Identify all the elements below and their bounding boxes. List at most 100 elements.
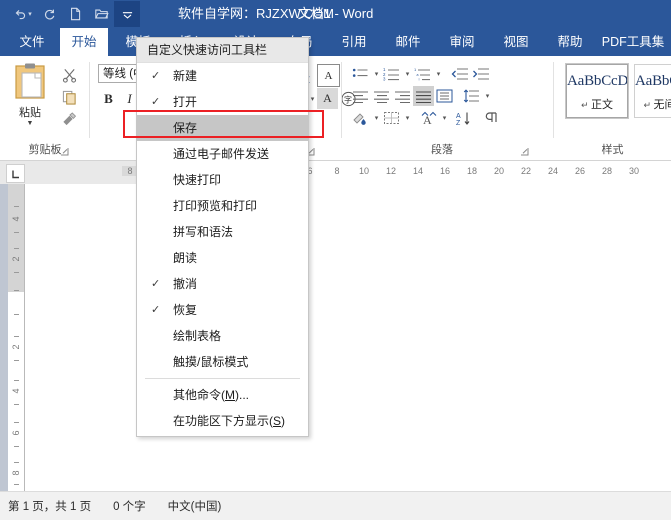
style-card-no-spacing[interactable]: AaBbCcDd ↵ 无间隔	[634, 64, 671, 118]
menu-item-more-commands[interactable]: 其他命令(M)...	[137, 382, 308, 408]
menu-item-read-aloud[interactable]: 朗读	[137, 245, 308, 271]
word-window: 文档1 - Word ▾ 软件自学网：RJZXW.COM 文件 开始 模板	[0, 0, 671, 520]
menu-item-print-preview[interactable]: 打印预览和打印	[137, 193, 308, 219]
redo-button[interactable]	[36, 1, 62, 27]
ruler-tick-14: 14	[412, 166, 423, 176]
paste-dropdown-caret-icon[interactable]: ▼	[8, 120, 52, 127]
numbering-button[interactable]: 123	[381, 64, 402, 84]
menu-item-touch-mouse-mode[interactable]: 触摸/鼠标模式	[137, 349, 308, 375]
menu-item-quick-print[interactable]: 快速打印	[137, 167, 308, 193]
decrease-indent-button[interactable]	[449, 64, 470, 84]
document-page[interactable]	[24, 184, 671, 491]
bullets-caret-icon[interactable]: ▾	[371, 64, 381, 84]
align-center-button[interactable]	[371, 86, 392, 106]
copy-button[interactable]	[56, 86, 82, 108]
shading-button[interactable]	[350, 108, 371, 128]
paragraph-dialog-launcher[interactable]	[520, 147, 529, 156]
checkmark-icon: ✓	[151, 304, 161, 316]
horizontal-ruler[interactable]: 8 6 8 10 12 14 16 18 20 22 24 26 28 30	[0, 161, 671, 185]
style-name: ↵ 正文	[580, 99, 614, 111]
ribbon-group-label-styles: 样式	[601, 144, 624, 156]
quick-access-toolbar: ▾	[0, 0, 140, 28]
justify-button[interactable]	[413, 86, 434, 106]
vertical-ruler[interactable]: 4 2 2 4 6 8	[8, 184, 24, 491]
tab-pdf-tools[interactable]: PDF工具集	[598, 28, 668, 56]
tab-file[interactable]: 文件	[10, 28, 54, 56]
character-shading-button[interactable]: A	[317, 88, 338, 109]
undo-caret-icon[interactable]: ▾	[28, 10, 32, 18]
menu-item-draw-table[interactable]: 绘制表格	[137, 323, 308, 349]
bold-button[interactable]: B	[98, 88, 119, 109]
numbering-caret-icon[interactable]: ▾	[402, 64, 412, 84]
ruler-tick-10: 10	[358, 166, 369, 176]
borders-button[interactable]	[381, 108, 402, 128]
tab-help[interactable]: 帮助	[546, 28, 594, 56]
increase-indent-button[interactable]	[470, 64, 491, 84]
bullets-button[interactable]	[350, 64, 371, 84]
ribbon-group-clipboard: 粘贴 ▼ 剪贴板	[0, 56, 90, 160]
shading-caret-icon[interactable]: ▾	[371, 108, 381, 128]
ruler-tick-26: 26	[574, 166, 585, 176]
status-word-count[interactable]: 0 个字	[113, 498, 146, 514]
style-card-normal[interactable]: AaBbCcDd ↵ 正文	[565, 63, 629, 119]
paragraph-row-1: ▾ 123 ▾ 1ai ▾	[350, 64, 491, 84]
document-canvas[interactable]	[0, 184, 671, 491]
vruler-num-4: 4	[11, 388, 21, 394]
line-spacing-caret-icon[interactable]: ▾	[482, 86, 492, 106]
paintbrush-icon	[63, 111, 77, 125]
paste-button[interactable]: 粘贴 ▼	[8, 62, 52, 127]
left-tab-stop-icon[interactable]	[6, 164, 25, 183]
sort-button[interactable]: AZ	[453, 108, 474, 128]
show-formatting-marks-button[interactable]	[480, 108, 501, 128]
tab-review[interactable]: 审阅	[438, 28, 486, 56]
cut-button[interactable]	[56, 64, 82, 86]
menu-item-email[interactable]: 通过电子邮件发送	[137, 141, 308, 167]
multilevel-list-button[interactable]: 1ai	[412, 64, 433, 84]
clipboard-dialog-launcher[interactable]	[60, 147, 69, 156]
menu-item-label: 打印预览和打印	[173, 199, 258, 213]
align-left-button[interactable]	[350, 86, 371, 106]
line-spacing-button[interactable]	[461, 86, 482, 106]
format-painter-button[interactable]	[56, 108, 82, 130]
tab-view[interactable]: 视图	[492, 28, 540, 56]
character-border-button[interactable]: A	[317, 64, 340, 87]
menu-item-label: 绘制表格	[173, 329, 222, 343]
multilevel-caret-icon[interactable]: ▾	[433, 64, 443, 84]
checkmark-icon: ✓	[151, 278, 161, 290]
menu-item-new[interactable]: ✓ 新建	[137, 63, 308, 89]
svg-text:i: i	[419, 78, 420, 81]
menu-item-undo[interactable]: ✓ 撤消	[137, 271, 308, 297]
expand-caret-icon[interactable]: ▾	[439, 108, 449, 128]
ribbon-group-label-paragraph: 段落	[431, 144, 453, 156]
expand-collapse-button[interactable]: A	[418, 108, 439, 128]
ribbon-group-label-clipboard: 剪贴板	[28, 144, 62, 156]
tab-references[interactable]: 引用	[330, 28, 378, 56]
align-right-button[interactable]	[392, 86, 413, 106]
svg-text:Z: Z	[456, 120, 461, 126]
undo-button[interactable]: ▾	[10, 1, 36, 27]
menu-item-label: 在功能区下方显示(S)	[173, 414, 286, 428]
menu-item-show-below-ribbon[interactable]: 在功能区下方显示(S)	[137, 408, 308, 434]
tab-home[interactable]: 开始	[60, 28, 108, 56]
customize-quick-access-toolbar-button[interactable]	[114, 1, 140, 27]
open-folder-button[interactable]	[88, 1, 114, 27]
menu-item-spelling-grammar[interactable]: 拼写和语法	[137, 219, 308, 245]
menu-item-redo[interactable]: ✓ 恢复	[137, 297, 308, 323]
status-page-count[interactable]: 第 1 页，共 1 页	[8, 498, 91, 514]
vruler-num-2-top: 2	[11, 256, 21, 262]
distribute-button[interactable]	[434, 86, 455, 106]
ribbon-group-paragraph: ▾ 123 ▾ 1ai ▾ ▾ ▾ ▾ A ▾ A Z 段落	[342, 56, 554, 160]
scissors-icon	[62, 68, 76, 83]
status-language[interactable]: 中文(中国)	[168, 498, 222, 514]
borders-caret-icon[interactable]: ▾	[402, 108, 412, 128]
annotation-highlight-box	[123, 110, 324, 138]
ruler-tick-20: 20	[493, 166, 504, 176]
copy-icon	[62, 90, 76, 105]
svg-text:a: a	[417, 73, 419, 77]
new-document-button[interactable]	[62, 1, 88, 27]
title-bar: 文档1 - Word ▾ 软件自学网：RJZXW.COM	[0, 0, 671, 28]
ruler-tick-18: 18	[466, 166, 477, 176]
menu-item-label: 朗读	[173, 251, 198, 265]
tab-mailings[interactable]: 邮件	[384, 28, 432, 56]
menu-item-label: 触摸/鼠标模式	[173, 355, 249, 369]
